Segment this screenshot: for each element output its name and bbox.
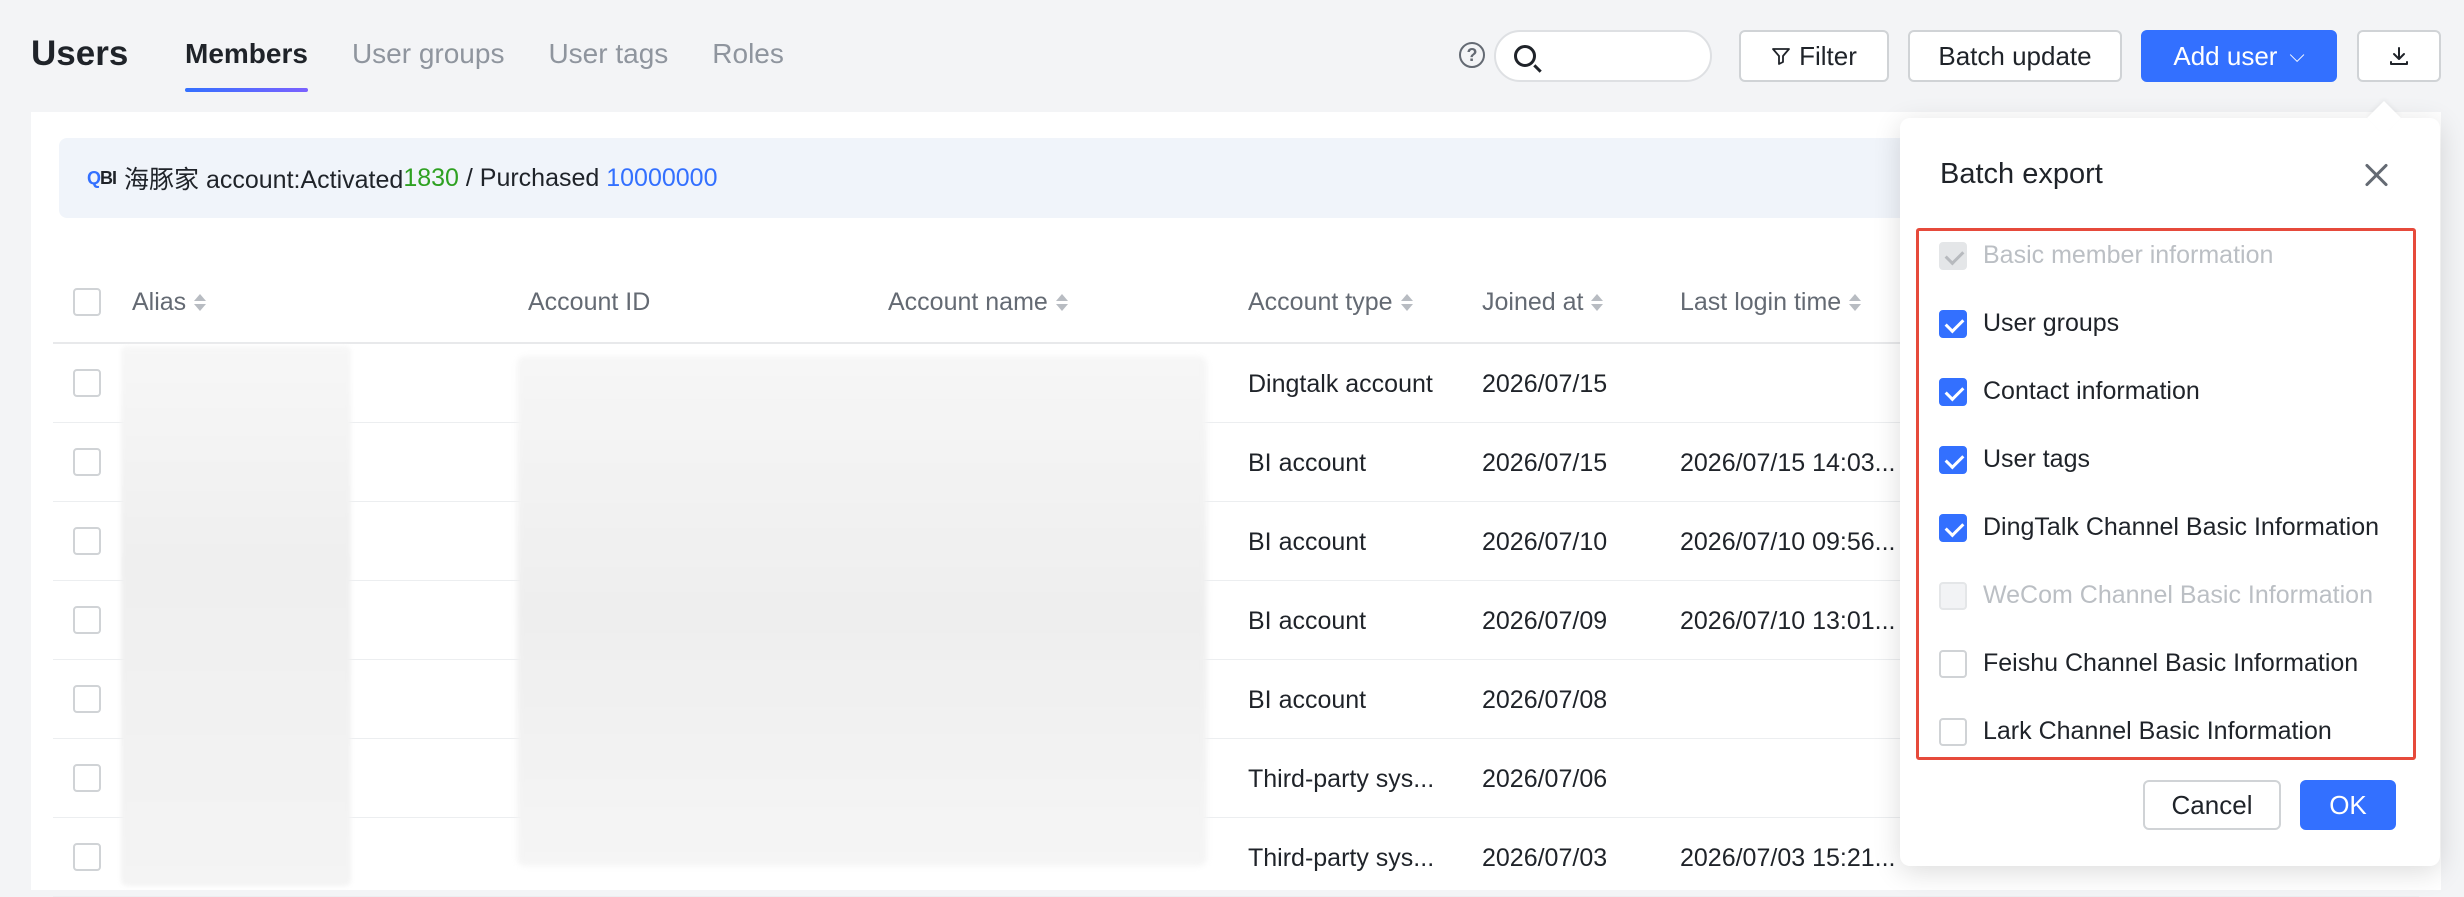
purchased-count: 10000000 xyxy=(606,163,718,192)
filter-button-label: Filter xyxy=(1799,40,1857,71)
checkbox[interactable] xyxy=(1939,717,1967,746)
cancel-button[interactable]: Cancel xyxy=(2143,780,2281,830)
account-type-cell: Third-party sys... xyxy=(1248,765,1435,793)
option-feishu-channel[interactable]: Feishu Channel Basic Information xyxy=(1939,649,2358,678)
account-type-cell: BI account xyxy=(1248,528,1367,556)
redacted-alias-column xyxy=(121,346,351,886)
option-dingtalk-channel[interactable]: DingTalk Channel Basic Information xyxy=(1939,513,2379,542)
banner-prefix: 海豚家 account:Activated xyxy=(124,166,404,194)
sort-icon xyxy=(194,294,207,311)
row-checkbox[interactable] xyxy=(73,606,101,634)
column-alias[interactable]: Alias xyxy=(132,288,207,317)
page-header: Users Members User groups User tags Role… xyxy=(0,0,2464,112)
account-type-cell: Dingtalk account xyxy=(1248,370,1433,398)
quick-bi-logo: QBI xyxy=(87,167,117,188)
joined-at-cell: 2026/07/15 xyxy=(1482,370,1608,398)
column-account-id: Account ID xyxy=(528,288,651,316)
account-type-cell: BI account xyxy=(1248,686,1367,714)
download-icon xyxy=(2390,47,2408,65)
joined-at-cell: 2026/07/15 xyxy=(1482,449,1608,477)
account-type-cell: BI account xyxy=(1248,607,1367,635)
sort-icon xyxy=(1591,294,1604,311)
activated-count: 1830 xyxy=(403,163,459,192)
checkbox[interactable] xyxy=(1939,649,1967,678)
joined-at-cell: 2026/07/10 xyxy=(1482,528,1608,556)
dialog-title: Batch export xyxy=(1940,158,2103,190)
row-checkbox[interactable] xyxy=(73,764,101,792)
checkbox[interactable] xyxy=(1939,445,1967,474)
row-checkbox[interactable] xyxy=(73,448,101,476)
search-box[interactable] xyxy=(1494,30,1712,82)
option-user-groups[interactable]: User groups xyxy=(1939,309,2119,338)
tab-members[interactable]: Members xyxy=(185,38,308,92)
column-account-name[interactable]: Account name xyxy=(888,288,1068,317)
option-user-tags[interactable]: User tags xyxy=(1939,445,2090,474)
joined-at-cell: 2026/07/08 xyxy=(1482,686,1608,714)
add-user-label: Add user xyxy=(2173,40,2278,71)
download-button[interactable] xyxy=(2357,30,2441,82)
sort-icon xyxy=(1849,294,1862,311)
account-type-cell: BI account xyxy=(1248,449,1367,477)
account-type-cell: Third-party sys... xyxy=(1248,844,1435,872)
filter-icon xyxy=(1772,48,1791,65)
checkbox[interactable] xyxy=(1939,309,1967,338)
batch-export-dialog: Batch export Basic member information Us… xyxy=(1900,118,2440,866)
ok-button[interactable]: OK xyxy=(2300,780,2396,830)
help-icon[interactable]: ? xyxy=(1459,42,1485,68)
sort-icon xyxy=(1055,294,1068,311)
row-checkbox[interactable] xyxy=(73,369,101,397)
checkbox[interactable] xyxy=(1939,377,1967,406)
joined-at-cell: 2026/07/06 xyxy=(1482,765,1608,793)
chevron-down-icon: ⌵ xyxy=(2289,44,2305,67)
row-checkbox[interactable] xyxy=(73,843,101,871)
last-login-cell: 2026/07/10 13:01... xyxy=(1680,607,1896,635)
tab-user-groups[interactable]: User groups xyxy=(352,38,505,92)
option-contact-info[interactable]: Contact information xyxy=(1939,377,2200,406)
batch-update-button[interactable]: Batch update xyxy=(1908,30,2122,82)
banner-separator: / Purchased xyxy=(458,163,607,192)
column-last-login[interactable]: Last login time xyxy=(1680,288,1862,317)
column-account-type[interactable]: Account type xyxy=(1248,288,1413,317)
redacted-account-columns xyxy=(517,356,1207,866)
last-login-cell: 2026/07/03 15:21... xyxy=(1680,844,1896,872)
tab-roles[interactable]: Roles xyxy=(712,38,784,92)
checkbox xyxy=(1939,241,1967,270)
checkbox xyxy=(1939,581,1967,610)
option-wecom-channel: WeCom Channel Basic Information xyxy=(1939,581,2373,610)
last-login-cell: 2026/07/10 09:56... xyxy=(1680,528,1896,556)
column-joined-at[interactable]: Joined at xyxy=(1482,288,1604,317)
export-options-list: Basic member information User groups Con… xyxy=(1916,228,2416,760)
search-input[interactable] xyxy=(1548,38,1698,74)
tab-bar: Members User groups User tags Roles xyxy=(185,38,784,92)
option-lark-channel[interactable]: Lark Channel Basic Information xyxy=(1939,717,2332,746)
option-basic-member-info: Basic member information xyxy=(1939,241,2273,270)
add-user-button[interactable]: Add user ⌵ xyxy=(2141,30,2337,82)
select-all-checkbox[interactable] xyxy=(73,288,101,316)
joined-at-cell: 2026/07/03 xyxy=(1482,844,1608,872)
sort-icon xyxy=(1400,294,1413,311)
checkbox[interactable] xyxy=(1939,513,1967,542)
page-title: Users xyxy=(31,34,129,73)
row-checkbox[interactable] xyxy=(73,527,101,555)
tab-user-tags[interactable]: User tags xyxy=(548,38,668,92)
close-icon[interactable] xyxy=(2362,160,2392,190)
joined-at-cell: 2026/07/09 xyxy=(1482,607,1608,635)
search-icon xyxy=(1514,45,1536,67)
row-checkbox[interactable] xyxy=(73,685,101,713)
filter-button[interactable]: Filter xyxy=(1739,30,1889,82)
last-login-cell: 2026/07/15 14:03... xyxy=(1680,449,1896,477)
